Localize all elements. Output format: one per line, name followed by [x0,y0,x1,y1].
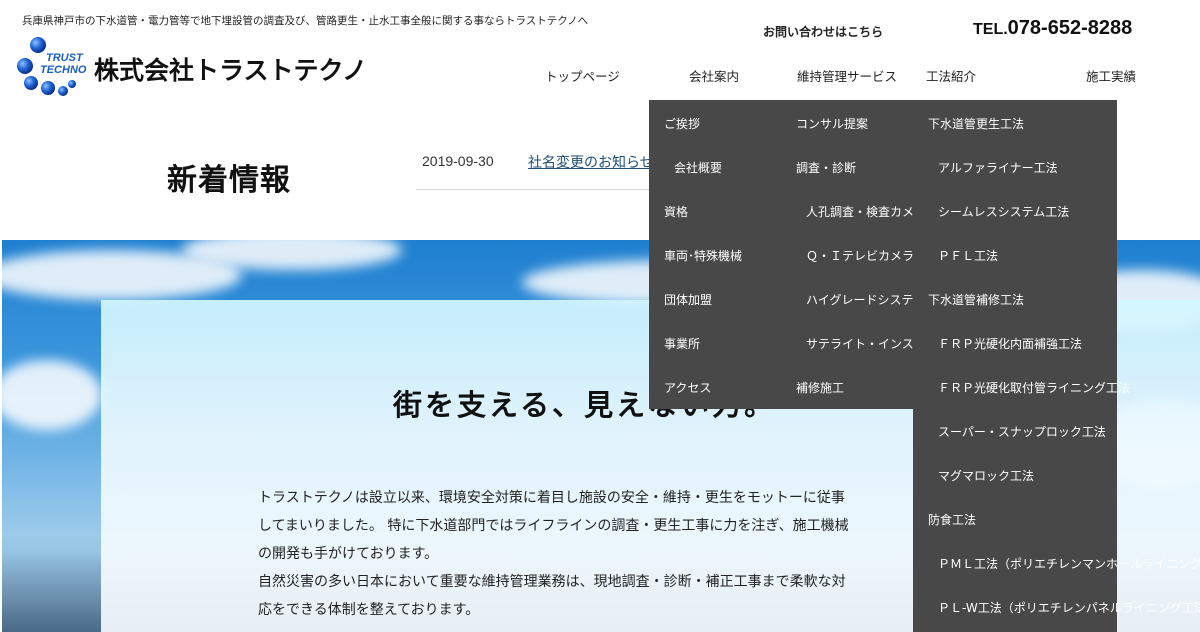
dropdown-item-overview[interactable]: 会社概要 [674,159,722,176]
dropdown-item-qualifications[interactable]: 資格 [664,203,688,220]
dropdown-item-consulting[interactable]: コンサル提案 [796,115,868,132]
site-logo[interactable]: TRUST TECHNO 株式会社トラストテクノ [16,36,367,98]
dropdown-item-repair-method[interactable]: 下水道管補修工法 [928,291,1024,308]
dropdown-method-column: 下水道管更生工法 アルファライナー工法 シームレスシステム工法 ＰＦＬ工法 下水… [913,100,1200,632]
hero-paragraph-line: トラストテクノは設立以来、環境安全対策に着目し施設の安全・維持・更生をモットーに… [258,490,845,506]
global-nav: トップページ 会社案内 維持管理サービス 工法紹介 施工実績 [512,66,1200,84]
dropdown-item-greeting[interactable]: ご挨拶 [664,115,700,132]
nav-item-service[interactable]: 維持管理サービス [797,66,897,85]
logo-mark-icon: TRUST TECHNO [17,37,87,96]
dropdown-item-satellite[interactable]: サテライト・インスペクション [806,335,913,352]
dropdown-item-magmalock[interactable]: マグマロック工法 [938,467,1034,484]
news-heading: 新着情報 [167,163,291,198]
dropdown-item-seamless[interactable]: シームレスシステム工法 [938,203,1069,220]
dropdown-item-pml[interactable]: ＰＭＬ工法（ポリエチレンマンホールライニング工法） [938,555,1200,572]
dropdown-item-offices[interactable]: 事業所 [664,335,700,352]
news-title-link[interactable]: 社名変更のお知らせ [528,152,654,172]
tel-prefix: TEL. [973,21,1008,38]
dropdown-item-repair[interactable]: 補修施工 [796,379,844,396]
dropdown-item-memberships[interactable]: 団体加盟 [664,291,712,308]
hero-paragraph-line: 応をできる体制を整えております。 [258,602,480,618]
dropdown-item-manhole-survey[interactable]: 人孔調査・検査カメラ [806,203,913,220]
dropdown-service-column: コンサル提案 調査・診断 人孔調査・検査カメラ Ｑ・Ｉテレビカメラ ハイグレード… [786,100,913,409]
dropdown-item-alpha-liner[interactable]: アルファライナー工法 [938,159,1058,176]
dropdown-item-anticorrosion[interactable]: 防食工法 [928,511,976,528]
dropdown-item-survey[interactable]: 調査・診断 [796,159,856,176]
nav-item-company[interactable]: 会社案内 [689,66,739,85]
dropdown-item-frp-inner[interactable]: ＦＲＰ光硬化内面補強工法 [938,335,1082,352]
hero-description: トラストテクノは設立以来、環境安全対策に着目し施設の安全・維持・更生をモットーに… [258,484,958,624]
dropdown-item-pl-w[interactable]: ＰＬ-W工法（ポリエチレンパネルライニング工法） [938,599,1200,616]
nav-item-results[interactable]: 施工実績 [1086,66,1136,85]
nav-item-method[interactable]: 工法紹介 [926,66,976,85]
svg-text:TECHNO: TECHNO [40,64,87,76]
dropdown-item-vehicles[interactable]: 車両･特殊機械 [664,247,742,264]
company-name: 株式会社トラストテクノ [94,56,368,85]
dropdown-item-pfl[interactable]: ＰＦＬ工法 [938,247,998,264]
dropdown-item-highgrade[interactable]: ハイグレードシステム [806,291,913,308]
hero-paragraph-line: の開発も手がけております。 [258,546,439,562]
dropdown-item-renewal[interactable]: 下水道管更生工法 [928,115,1024,132]
header-tagline: 兵庫県神戸市の下水道管・電力管等で地下埋設管の調査及び、管路更生・止水工事全般に… [22,15,589,27]
dropdown-item-frp-lateral[interactable]: ＦＲＰ光硬化取付管ライニング工法 [938,379,1130,396]
phone-number[interactable]: TEL.078-652-8288 [973,17,1132,40]
contact-link[interactable]: お問い合わせはこちら [763,23,883,40]
dropdown-item-access[interactable]: アクセス [664,379,711,396]
hero-paragraph-line: してまいりました。 特に下水道部門ではライフラインの調査・更生工事に力を注ぎ、施… [258,518,849,534]
news-date: 2019-09-30 [422,153,494,169]
tel-number: 078-652-8288 [1007,17,1133,39]
svg-text:TRUST: TRUST [46,52,84,64]
dropdown-item-snaplock[interactable]: スーパー・スナップロック工法 [938,423,1106,440]
dropdown-item-qi-camera[interactable]: Ｑ・Ｉテレビカメラ [806,247,913,264]
hero-paragraph-line: 自然災害の多い日本において重要な維持管理業務は、現地調査・診断・補正工事まで柔軟… [258,574,846,590]
nav-item-top[interactable]: トップページ [545,66,620,85]
